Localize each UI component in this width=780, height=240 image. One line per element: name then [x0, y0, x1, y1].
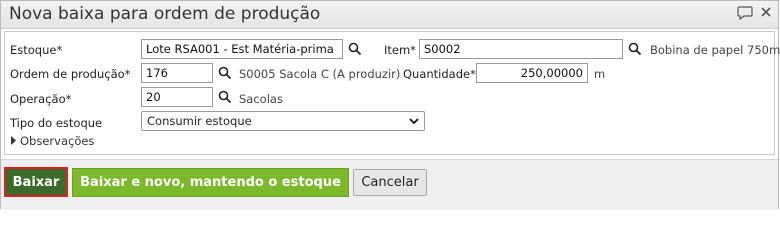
search-icon[interactable] [348, 42, 362, 56]
cancelar-button[interactable]: Cancelar [353, 169, 427, 196]
quantidade-field[interactable]: 250,00000 [476, 63, 588, 83]
operacao-description: Sacolas [239, 92, 283, 106]
observacoes-toggle[interactable]: Observações [10, 134, 94, 148]
search-icon[interactable] [218, 90, 232, 104]
quantidade-unit: m [594, 67, 606, 81]
form-panel: Estoque* Lote RSA001 - Est Matéria-prima… [4, 31, 780, 155]
operacao-label: Operação* [10, 92, 72, 106]
search-icon[interactable] [628, 42, 642, 56]
estoque-field[interactable]: Lote RSA001 - Est Matéria-prima [141, 39, 343, 59]
operacao-field[interactable]: 20 [141, 87, 213, 107]
tipo-estoque-label: Tipo do estoque [10, 116, 103, 130]
search-icon[interactable] [218, 66, 232, 80]
item-field[interactable]: S0002 [419, 39, 623, 59]
estoque-label: Estoque* [10, 43, 63, 57]
dialog: Nova baixa para ordem de produção Estoqu… [0, 0, 780, 210]
item-description: Bobina de papel 750m [650, 43, 780, 57]
dialog-titlebar: Nova baixa para ordem de produção [1, 1, 778, 29]
ordem-label: Ordem de produção* [10, 67, 131, 81]
ordem-description: S0005 Sacola C (A produzir) [239, 67, 401, 81]
tipo-estoque-select[interactable]: Consumir estoque [141, 111, 425, 131]
quantidade-label: Quantidade* [403, 67, 476, 81]
chevron-down-icon [409, 115, 419, 129]
item-label: Item* [384, 43, 416, 57]
speech-bubble-icon[interactable] [737, 6, 753, 24]
dialog-title: Nova baixa para ordem de produção [9, 4, 321, 24]
tipo-estoque-selected: Consumir estoque [147, 114, 252, 128]
dialog-footer: Baixar Baixar e novo, mantendo o estoque… [1, 159, 778, 210]
caret-right-icon [10, 134, 20, 148]
close-icon[interactable] [760, 6, 772, 22]
observacoes-label: Observações [20, 134, 95, 148]
baixar-e-novo-button[interactable]: Baixar e novo, mantendo o estoque [72, 168, 349, 197]
baixar-button[interactable]: Baixar [4, 167, 68, 197]
ordem-field[interactable]: 176 [141, 63, 213, 83]
